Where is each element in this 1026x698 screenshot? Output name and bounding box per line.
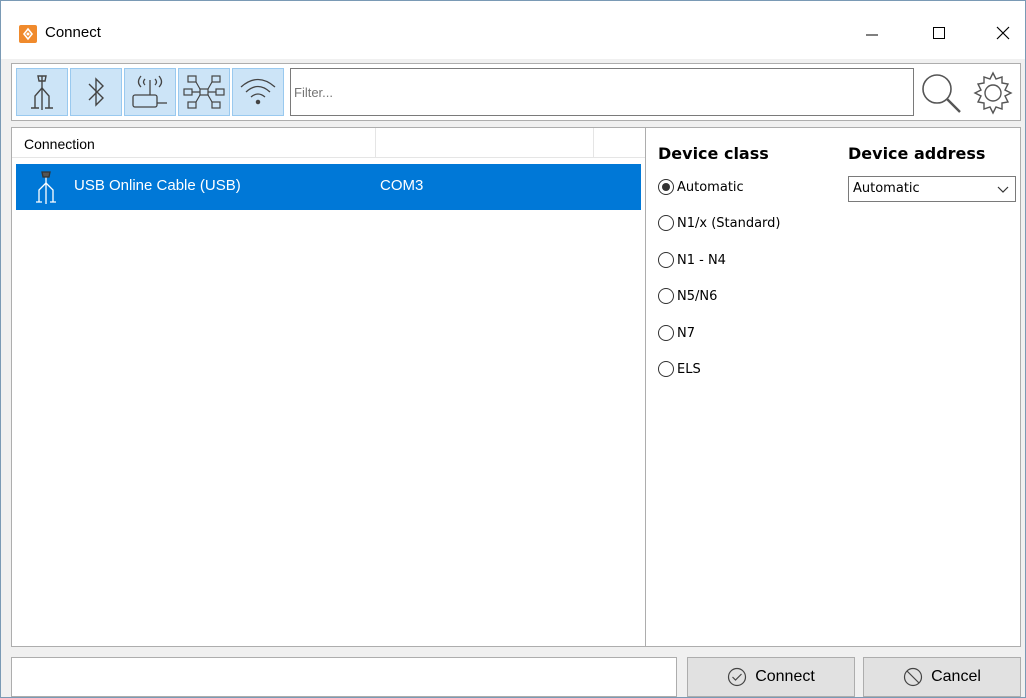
connection-list: Connection USB Online Cable (USB) COM3	[12, 128, 646, 646]
cancel-button[interactable]: Cancel	[863, 657, 1021, 697]
connection-port: COM3	[380, 177, 424, 194]
app-icon	[19, 25, 37, 43]
column-header-port[interactable]	[376, 128, 594, 158]
search-button[interactable]	[918, 70, 964, 116]
check-circle-icon	[727, 667, 747, 687]
network-icon	[183, 75, 225, 109]
cancel-circle-icon	[903, 667, 923, 687]
window-title: Connect	[45, 24, 101, 41]
column-header-connection[interactable]: Connection	[12, 128, 376, 158]
radio-automatic[interactable]: Automatic	[658, 176, 744, 198]
minimize-button[interactable]	[849, 11, 895, 55]
list-item[interactable]: USB Online Cable (USB) COM3	[16, 164, 641, 210]
usb-cable-icon	[32, 170, 60, 209]
network-filter-button[interactable]	[178, 68, 230, 116]
close-icon	[996, 26, 1010, 40]
connection-type-filters	[16, 68, 288, 116]
minimize-icon	[866, 34, 878, 36]
radio-checked-icon	[658, 179, 674, 195]
radio-label: Automatic	[677, 179, 744, 195]
radio-label: N1/x (Standard)	[677, 215, 781, 231]
title-bar: Connect	[1, 1, 1025, 59]
connect-label: Connect	[755, 668, 815, 685]
connect-dialog: Connect Filter... Connection USB Online …	[0, 0, 1026, 698]
device-class-heading: Device class	[658, 144, 769, 163]
device-address-heading: Device address	[848, 144, 986, 163]
cancel-label: Cancel	[931, 668, 981, 685]
radio-unchecked-icon	[658, 252, 674, 268]
radio-unchecked-icon	[658, 215, 674, 231]
radio-unchecked-icon	[658, 325, 674, 341]
radio-n5-n6[interactable]: N5/N6	[658, 285, 717, 307]
usb-cable-icon	[31, 75, 53, 110]
bluetooth-filter-button[interactable]	[70, 68, 122, 116]
connect-button[interactable]: Connect	[687, 657, 855, 697]
wireless-router-filter-button[interactable]	[124, 68, 176, 116]
gear-icon	[973, 71, 1013, 115]
usb-filter-button[interactable]	[16, 68, 68, 116]
list-header: Connection	[12, 128, 645, 158]
wifi-icon	[240, 78, 276, 105]
maximize-icon	[933, 27, 945, 39]
main-area: Connection USB Online Cable (USB) COM3 D…	[11, 127, 1021, 647]
radio-els[interactable]: ELS	[658, 358, 701, 380]
radio-n7[interactable]: N7	[658, 322, 695, 344]
settings-button[interactable]	[968, 68, 1018, 118]
filter-input[interactable]	[290, 68, 914, 116]
radio-n1-n4[interactable]: N1 - N4	[658, 249, 726, 271]
column-header-extra[interactable]	[594, 128, 645, 158]
close-button[interactable]	[980, 11, 1026, 55]
wifi-filter-button[interactable]	[232, 68, 284, 116]
radio-unchecked-icon	[658, 288, 674, 304]
wireless-router-icon	[132, 75, 167, 108]
radio-label: N7	[677, 325, 695, 341]
device-address-select[interactable]: Automatic	[848, 176, 1016, 202]
search-icon	[922, 74, 961, 113]
properties-panel: Device class Device address Automatic N1…	[646, 128, 1020, 646]
radio-unchecked-icon	[658, 361, 674, 377]
bluetooth-icon	[88, 77, 104, 107]
maximize-button[interactable]	[916, 11, 962, 55]
device-address-value: Automatic	[853, 181, 920, 196]
status-field	[11, 657, 677, 697]
radio-label: N1 - N4	[677, 252, 726, 268]
radio-n1x-standard[interactable]: N1/x (Standard)	[658, 212, 781, 234]
radio-label: N5/N6	[677, 288, 718, 304]
radio-label: ELS	[677, 361, 701, 377]
chevron-down-icon	[997, 183, 1009, 198]
connection-name: USB Online Cable (USB)	[74, 177, 241, 194]
toolbar	[11, 63, 1021, 121]
